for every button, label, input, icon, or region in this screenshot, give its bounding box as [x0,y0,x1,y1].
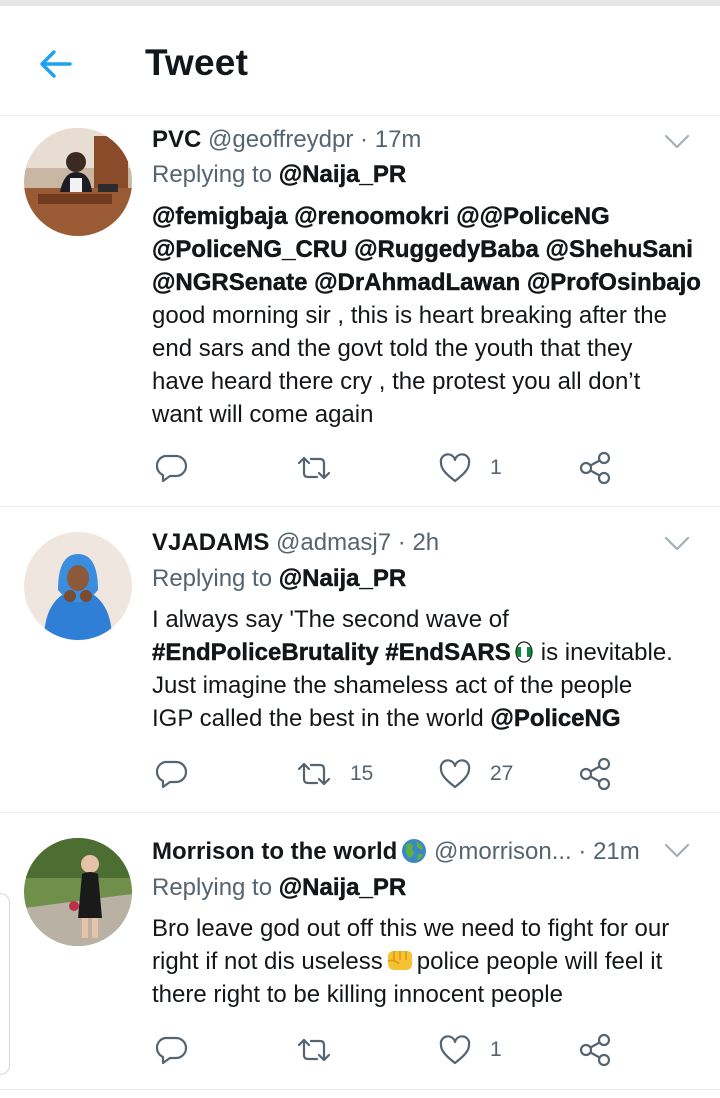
share-button[interactable] [578,754,612,794]
retweet-button[interactable] [296,1030,350,1070]
mentions-line[interactable]: @femigbaja @renoomokri @@PoliceNG [152,200,702,233]
text-line: #EndPoliceBrutality #EndSARS is inevitab… [152,636,702,669]
user-handle[interactable]: @geoffreydpr [208,126,353,153]
share-icon [579,757,611,791]
replying-to-line: Replying to @Naija_PR [152,562,406,596]
text-segment: right if not dis useless [152,948,383,975]
reply-bubble-icon [156,454,188,483]
back-button[interactable] [36,44,76,84]
text-segment: IGP called the best in the world [152,705,484,732]
like-button[interactable]: 1 [438,448,502,488]
edge-panel-handle[interactable] [0,893,10,1075]
mention-link[interactable]: @Naija_PR [279,874,407,901]
text-line: have heard there cry , the protest you a… [152,368,641,395]
text-line: Bro leave god out off this we need to fi… [152,915,670,942]
reply-button[interactable] [156,448,206,488]
tweet-menu-button[interactable] [662,528,692,558]
text-line: good morning sir , this is heart breakin… [152,302,667,329]
user-handle[interactable]: @admasj7 [276,529,391,556]
tweet-card[interactable]: Morrison to the world @morrison... · 21m… [0,814,720,1090]
mention-link[interactable]: @Naija_PR [279,161,407,188]
display-name[interactable]: Morrison to the world [152,838,397,865]
top-app-bar: Tweet [0,6,720,116]
page-title: Tweet [145,42,249,83]
heart-icon [439,453,471,483]
tweet-actions: 1 [152,1030,632,1070]
reply-bubble-icon [156,1036,188,1065]
tweet-menu-button[interactable] [662,835,692,865]
reply-button[interactable] [156,1030,206,1070]
like-button[interactable]: 1 [438,1030,502,1070]
chevron-down-icon [664,536,690,551]
share-icon [579,451,611,485]
mention-link[interactable]: @PoliceNG [490,705,621,732]
text-line: IGP called the best in the world @Police… [152,702,702,735]
reply-button[interactable] [156,754,206,794]
avatar[interactable] [24,128,132,236]
heart-icon [439,1035,471,1065]
separator-dot: · [578,838,587,865]
fist-icon [387,951,412,970]
tweet-menu-button[interactable] [662,126,692,156]
display-name[interactable]: VJADAMS [152,529,269,556]
retweet-button[interactable]: 15 [296,754,373,794]
share-button[interactable] [578,448,612,488]
tweet-header: Morrison to the world @morrison... · 21m [152,834,658,870]
chevron-down-icon [664,134,690,149]
tweet-card[interactable]: PVC @geoffreydpr · 17m Replying to @Naij… [0,117,720,507]
tweet-actions: 15 27 [152,754,632,794]
retweet-button[interactable] [296,448,350,488]
replying-to-label: Replying to [152,161,273,188]
retweet-count: 15 [350,762,374,785]
replying-to-label: Replying to [152,565,273,592]
timestamp: 17m [374,126,422,153]
text-segment: is inevitable. [540,639,673,666]
replying-to-line: Replying to @Naija_PR [152,158,406,192]
nigeria-flag-icon [515,641,533,663]
text-line: there right to be killing innocent peopl… [152,981,563,1008]
mention-link[interactable]: @Naija_PR [279,565,407,592]
timestamp: 21m [593,838,640,865]
tweet-header: VJADAMS @admasj7 · 2h [152,525,700,561]
globe-icon [402,839,427,863]
user-handle[interactable]: @morrison... [434,838,572,865]
tweet-actions: 1 [152,448,632,488]
text-line: Just imagine the shameless act of the pe… [152,672,633,699]
mentions-line[interactable]: @PoliceNG_CRU @RuggedyBaba @ShehuSani [152,233,702,266]
like-button[interactable]: 27 [438,754,513,794]
avatar[interactable] [24,532,132,640]
separator-dot: · [360,126,369,153]
arrow-left-icon [40,50,72,78]
tweet-header: PVC @geoffreydpr · 17m [152,122,700,158]
avatar[interactable] [24,838,132,946]
replying-to-label: Replying to [152,874,273,901]
hashtag-link[interactable]: #EndSARS [385,639,511,666]
share-icon [579,1033,611,1067]
retweet-icon [297,456,331,480]
tweet-card[interactable]: VJADAMS @admasj7 · 2h Replying to @Naija… [0,508,720,813]
text-segment: police people will feel it [416,948,663,975]
share-button[interactable] [578,1030,612,1070]
text-line: I always say 'The second wave of [152,606,509,633]
like-count: 1 [490,1038,502,1061]
tweet-text: Bro leave god out off this we need to fi… [152,912,702,1011]
like-count: 1 [490,456,502,479]
tweet-text: I always say 'The second wave of #EndPol… [152,603,702,735]
tweet-text: @femigbaja @renoomokri @@PoliceNG @Polic… [152,200,702,431]
retweet-icon [297,762,331,786]
chevron-down-icon [664,843,690,858]
separator-dot: · [397,529,406,556]
text-line: end sars and the govt told the youth tha… [152,335,633,362]
hashtag-link[interactable]: #EndPoliceBrutality [152,639,379,666]
timestamp: 2h [412,529,440,556]
heart-icon [439,759,471,789]
mentions-line[interactable]: @NGRSenate @DrAhmadLawan @ProfOsinbajo [152,266,702,299]
display-name[interactable]: PVC [152,126,201,153]
reply-bubble-icon [156,760,188,789]
replying-to-line: Replying to @Naija_PR [152,871,406,905]
text-line: want will come again [152,401,374,428]
text-line: right if not dis useless police people w… [152,945,702,978]
like-count: 27 [490,762,514,785]
retweet-icon [297,1038,331,1062]
